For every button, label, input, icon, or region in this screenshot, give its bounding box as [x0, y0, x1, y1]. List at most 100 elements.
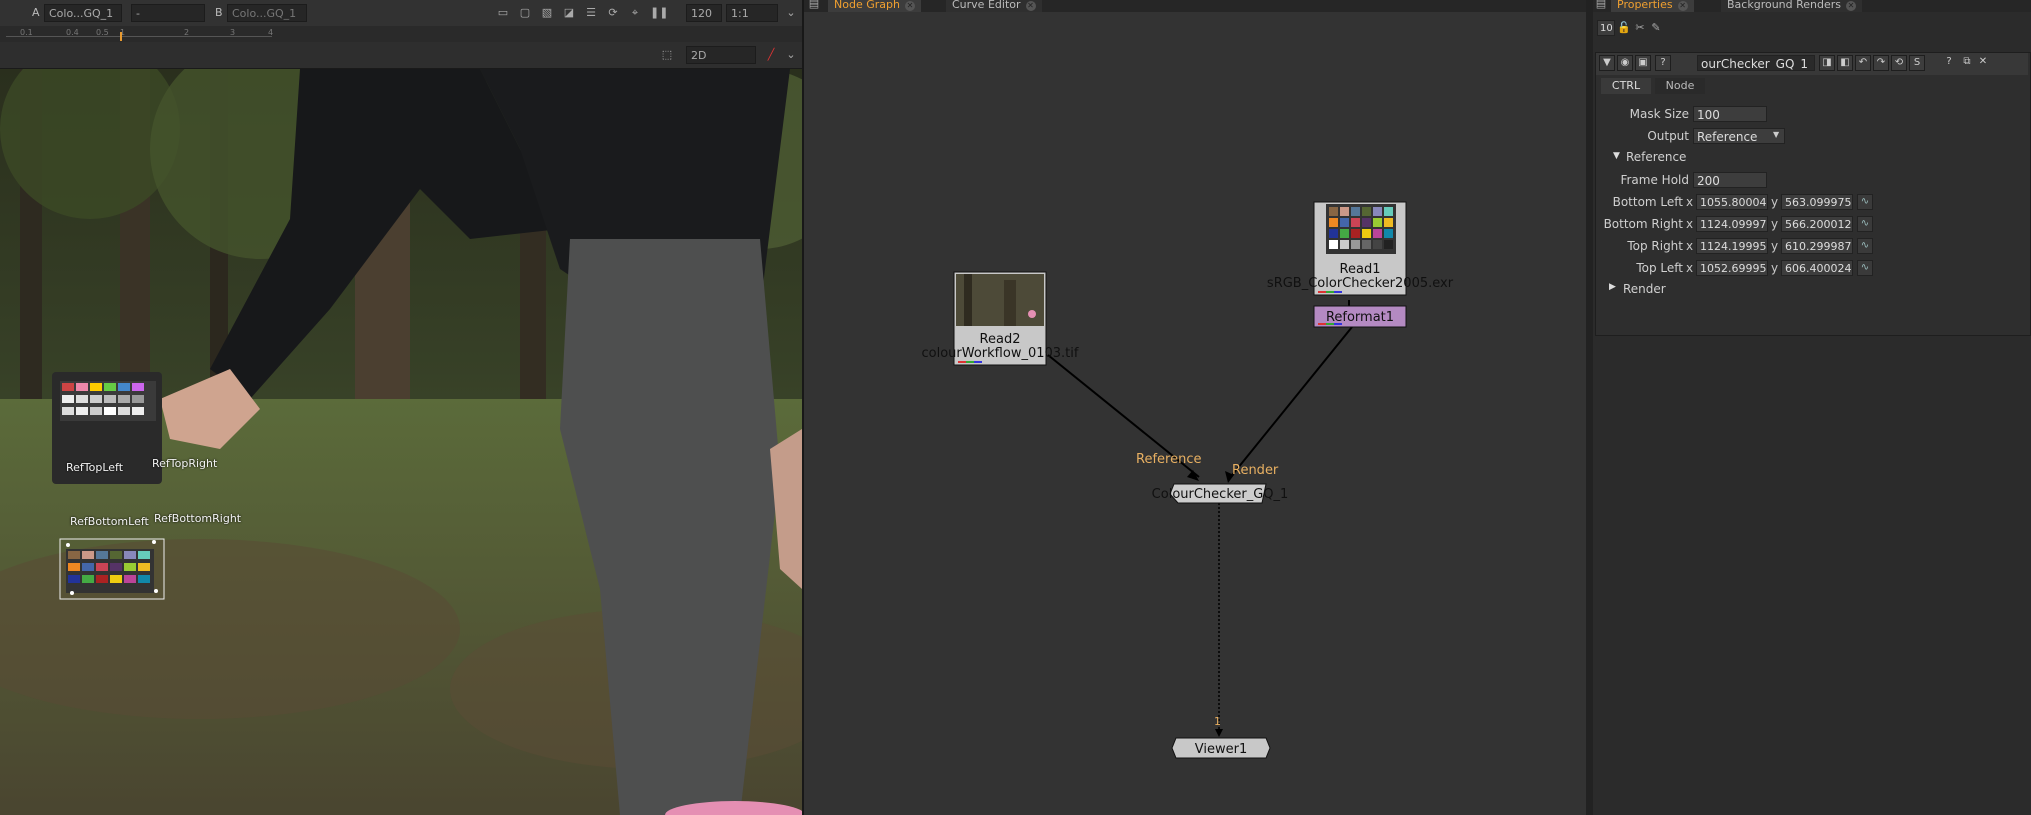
- ruler-tick: 0.5: [96, 28, 109, 37]
- compare-op-select[interactable]: -: [131, 4, 205, 22]
- bottom-right-y-field[interactable]: 566.200012: [1781, 216, 1853, 232]
- roi-icon[interactable]: ▢: [518, 6, 532, 20]
- undo-icon[interactable]: ↶: [1855, 55, 1871, 71]
- animation-curve-icon[interactable]: ∿: [1857, 216, 1873, 232]
- overlay-icon[interactable]: ◪: [562, 6, 576, 20]
- pen-icon[interactable]: ✎: [1649, 21, 1663, 35]
- corner-label: Top Right: [1627, 239, 1683, 253]
- input-a-select[interactable]: Colo...GQ_1: [44, 4, 122, 22]
- viewer-toolbar-second: ⬚ 2D ╱ ⌄: [0, 42, 802, 69]
- view-mode-select[interactable]: 2D: [686, 46, 756, 64]
- read2-name[interactable]: Read2: [954, 332, 1046, 347]
- frame-ruler[interactable]: 0.1 0.4 0.5 1 2 3 4: [0, 26, 802, 42]
- ref-bottom-right-label[interactable]: RefBottomRight: [154, 512, 241, 525]
- tab-properties[interactable]: Properties ✕: [1611, 0, 1694, 12]
- read1-file: sRGB_ColorChecker2005.exr: [1266, 276, 1454, 291]
- top-right-x-field[interactable]: 1124.19995: [1696, 238, 1768, 254]
- checker-chart-bottom: [66, 549, 154, 593]
- tile-color-icon[interactable]: ◧: [1837, 55, 1853, 71]
- node-name-field[interactable]: ourChecker_GQ_1: [1697, 55, 1815, 71]
- target-icon[interactable]: ⌖: [628, 6, 642, 20]
- input-b-select[interactable]: Colo...GQ_1: [227, 4, 307, 22]
- close-icon[interactable]: ✕: [1975, 55, 1991, 71]
- paint-icon[interactable]: ╱: [764, 48, 778, 62]
- frame-hold-field[interactable]: 200: [1693, 172, 1767, 188]
- pane-divider[interactable]: [1586, 0, 1593, 815]
- reformat1-name[interactable]: Reformat1: [1314, 310, 1406, 325]
- read2-file: colourWorkflow_0103.tif: [921, 346, 1079, 361]
- expand-render-icon[interactable]: ▶: [1609, 282, 1616, 292]
- help-link-icon[interactable]: ?: [1655, 55, 1671, 71]
- fps-field[interactable]: 120: [686, 4, 722, 22]
- ruler-tick: 4: [268, 28, 274, 37]
- collapse-icon[interactable]: ▼: [1599, 55, 1615, 71]
- chevron-down-icon[interactable]: ⌄: [784, 6, 798, 20]
- subtab-ctrl[interactable]: CTRL: [1601, 78, 1651, 94]
- script-icon[interactable]: S: [1909, 55, 1925, 71]
- max-panels-field[interactable]: 10: [1597, 20, 1615, 36]
- properties-panel: ▤ Properties ✕ Background Renders ✕ 10 🔓 ✂…: [1593, 0, 2031, 815]
- bottom-right-x-field[interactable]: 1124.09997: [1696, 216, 1768, 232]
- region-select-icon[interactable]: ⬚: [660, 48, 674, 62]
- chevron-down-icon: ▼: [1773, 130, 1780, 139]
- playhead[interactable]: [120, 32, 122, 41]
- read1-name[interactable]: Read1: [1314, 262, 1406, 277]
- viewer-image[interactable]: RefTopLeft RefTopRight RefBottomLeft Ref…: [0, 69, 802, 815]
- top-right-y-field[interactable]: 610.299987: [1781, 238, 1853, 254]
- float-icon[interactable]: ⧉: [1959, 55, 1975, 71]
- ref-top-right-label[interactable]: RefTopRight: [152, 457, 217, 470]
- reference-group-label[interactable]: Reference: [1626, 150, 1686, 164]
- ref-top-left-label[interactable]: RefTopLeft: [66, 461, 123, 474]
- properties-tabbar: ▤ Properties ✕ Background Renders ✕: [1593, 0, 2031, 12]
- corner-label: Top Left: [1636, 261, 1683, 275]
- pause-icon[interactable]: ❚❚: [650, 6, 668, 20]
- ref-bottom-left-label[interactable]: RefBottomLeft: [70, 515, 149, 528]
- ruler-tick: 0.1: [20, 28, 33, 37]
- camera-icon[interactable]: ▣: [1635, 55, 1651, 71]
- mask-size-field[interactable]: 100: [1693, 106, 1767, 122]
- region-icon[interactable]: ▭: [496, 6, 510, 20]
- scissors-icon[interactable]: ✂: [1633, 21, 1647, 35]
- help-icon[interactable]: ?: [1941, 55, 1957, 71]
- edge-reformat-render: [1228, 326, 1353, 480]
- viewer-panel: A Colo...GQ_1 - B Colo...GQ_1 ▭ ▢ ▧ ◪ ☰ …: [0, 0, 802, 815]
- subtab-node[interactable]: Node: [1655, 78, 1705, 94]
- viewer-frame: [0, 69, 802, 815]
- top-left-x-field[interactable]: 1052.69995: [1696, 260, 1768, 276]
- node-graph-panel[interactable]: ▤ Node Graph ✕ Curve Editor ✕ Read2 colo…: [804, 0, 1586, 815]
- bottom-left-x-field[interactable]: 1055.80004: [1696, 194, 1768, 210]
- render-group-label[interactable]: Render: [1623, 282, 1666, 296]
- animation-curve-icon[interactable]: ∿: [1857, 194, 1873, 210]
- wipe-icon[interactable]: ▧: [540, 6, 554, 20]
- viewer-icon[interactable]: ◉: [1617, 55, 1633, 71]
- redo-icon[interactable]: ↷: [1873, 55, 1889, 71]
- corner-label: Bottom Right: [1603, 217, 1683, 231]
- color-icon[interactable]: ◨: [1819, 55, 1835, 71]
- lock-icon[interactable]: 🔓: [1617, 21, 1631, 35]
- chevron-down-icon[interactable]: ⌄: [784, 48, 798, 62]
- tab-label: Properties: [1617, 0, 1673, 11]
- close-icon[interactable]: ✕: [1846, 1, 1857, 11]
- gain-icon[interactable]: ☰: [584, 6, 598, 20]
- viewer1-name[interactable]: Viewer1: [1172, 742, 1270, 757]
- mask-size-label: Mask Size: [1629, 107, 1689, 121]
- output-select[interactable]: Reference: [1693, 128, 1785, 144]
- tab-background-renders[interactable]: Background Renders ✕: [1721, 0, 1863, 12]
- animation-curve-icon[interactable]: ∿: [1857, 260, 1873, 276]
- pane-menu-icon[interactable]: ▤: [1595, 0, 1607, 12]
- expand-reference-icon[interactable]: ▼: [1613, 151, 1620, 161]
- refresh-icon[interactable]: ⟳: [606, 6, 620, 20]
- zoom-select[interactable]: 1:1: [726, 4, 778, 22]
- ruler-tick: 2: [184, 28, 190, 37]
- top-left-y-field[interactable]: 606.400024: [1781, 260, 1853, 276]
- revert-icon[interactable]: ⟲: [1891, 55, 1907, 71]
- corner-label: Bottom Left: [1612, 195, 1683, 209]
- x-label: x: [1686, 195, 1694, 209]
- y-label: y: [1771, 217, 1779, 231]
- edge-label-viewer-input: 1: [1214, 715, 1221, 728]
- close-icon[interactable]: ✕: [1677, 1, 1688, 11]
- bottom-left-y-field[interactable]: 563.099975: [1781, 194, 1853, 210]
- animation-curve-icon[interactable]: ∿: [1857, 238, 1873, 254]
- colour-checker-name[interactable]: ColourChecker_GQ_1: [1134, 487, 1306, 502]
- node-graph-canvas: [953, 201, 1407, 759]
